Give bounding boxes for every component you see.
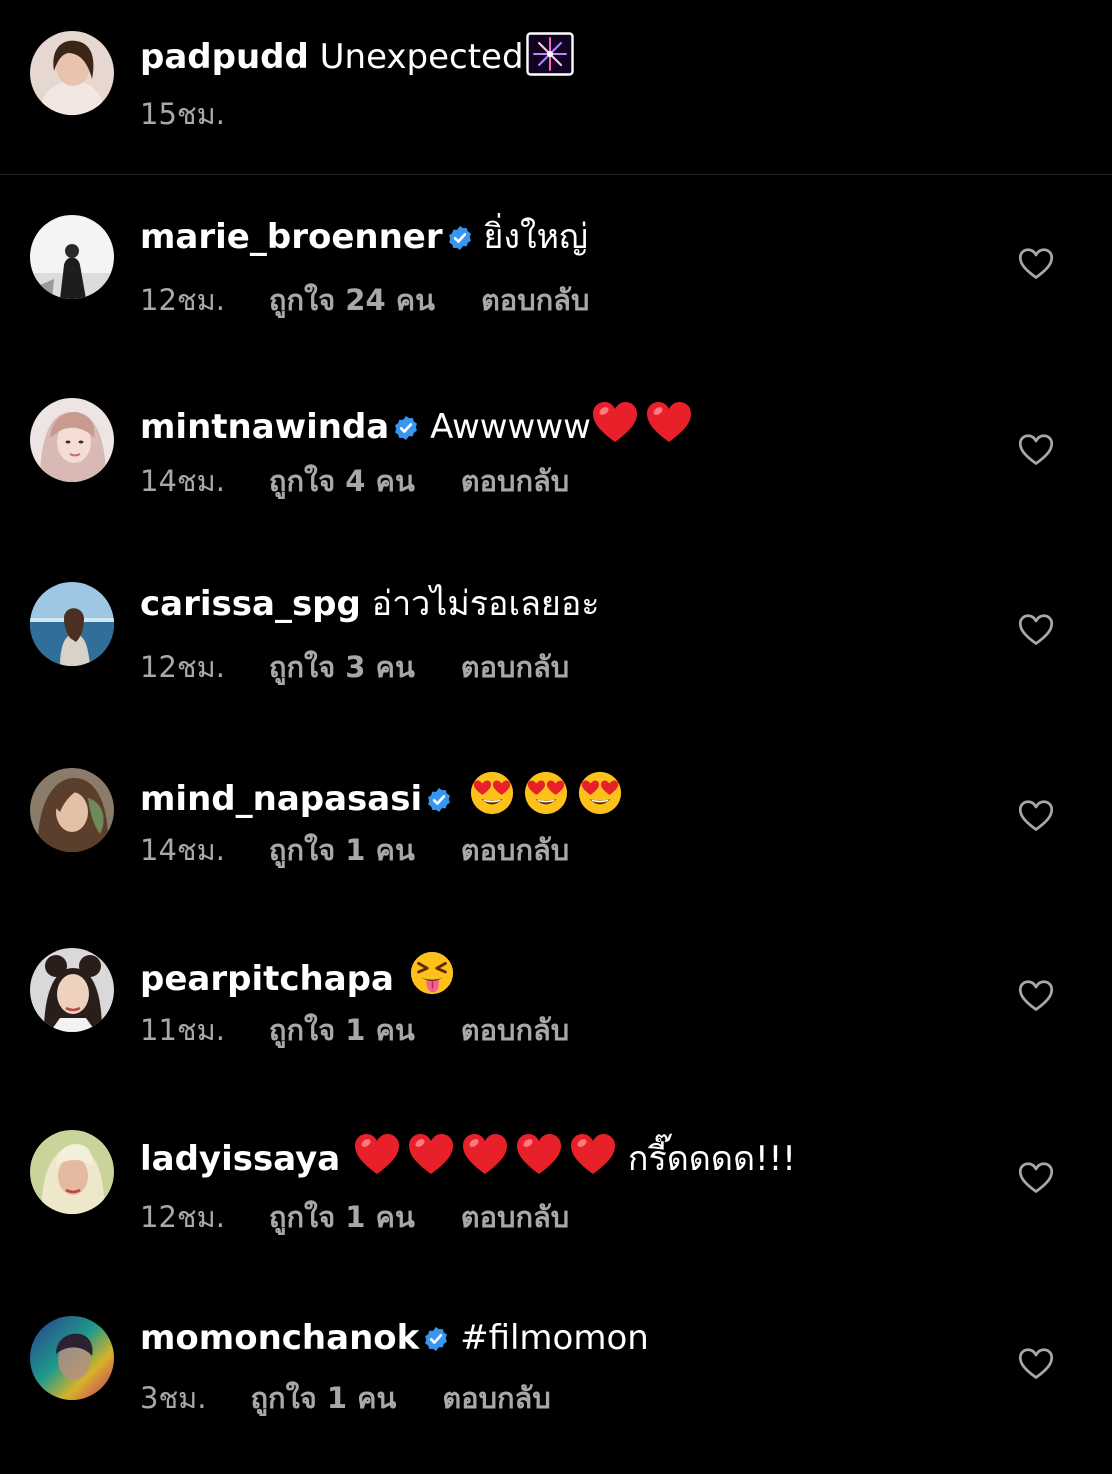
username[interactable]: carissa_spg [140, 584, 361, 624]
like-heart-icon[interactable] [1018, 1161, 1054, 1195]
likes-count[interactable]: ถูกใจ 24 คน [269, 282, 435, 318]
heart-eyes-emoji-icon [577, 770, 623, 816]
likes-count[interactable]: ถูกใจ 1 คน [269, 832, 415, 868]
like-heart-icon[interactable] [1018, 799, 1054, 833]
comment-line: pearpitchapa [140, 950, 455, 999]
likes-count[interactable]: ถูกใจ 1 คน [269, 1199, 415, 1235]
avatar[interactable] [30, 398, 114, 482]
reply-button[interactable]: ตอบกลับ [481, 282, 589, 318]
reply-button[interactable]: ตอบกลับ [461, 1199, 569, 1235]
caption-line: padpudd Unexpected [140, 32, 574, 77]
timestamp: 15ชม. [140, 97, 225, 131]
comment-meta: 11ชม. ถูกใจ 1 คน ตอบกลับ [140, 1012, 569, 1048]
red-heart-emoji-icon [569, 1132, 617, 1176]
red-heart-emoji-icon [461, 1132, 509, 1176]
verified-badge-icon [426, 787, 452, 813]
timestamp: 3ชม. [140, 1381, 207, 1415]
likes-count[interactable]: ถูกใจ 1 คน [250, 1380, 396, 1416]
comment-line: momonchanok #filmomon [140, 1318, 649, 1358]
comment-item: marie_broenner ยิ่งใหญ่ 12ชม. ถูกใจ 24 คน… [0, 201, 1112, 371]
comment-text: กรี๊ดดดด!!! [627, 1139, 796, 1179]
like-heart-icon[interactable] [1018, 979, 1054, 1013]
reply-button[interactable]: ตอบกลับ [461, 832, 569, 868]
reply-button[interactable]: ตอบกลับ [461, 463, 569, 499]
comment-meta: 12ชม. ถูกใจ 24 คน ตอบกลับ [140, 282, 589, 318]
red-heart-emoji-icon [407, 1132, 455, 1176]
avatar[interactable] [30, 31, 114, 115]
username[interactable]: ladyissaya [140, 1139, 340, 1179]
reply-button[interactable]: ตอบกลับ [442, 1380, 550, 1416]
comment-line: mind_napasasi [140, 770, 623, 819]
hashtag-link[interactable]: #filmomon [460, 1318, 649, 1358]
firework-emoji-icon [526, 32, 574, 76]
comment-text: ยิ่งใหญ่ [483, 217, 588, 257]
caption-text: Unexpected [319, 37, 524, 77]
username[interactable]: mind_napasasi [140, 779, 422, 819]
verified-badge-icon [447, 225, 473, 251]
reply-button[interactable]: ตอบกลับ [461, 649, 569, 685]
username[interactable]: marie_broenner [140, 217, 443, 257]
likes-count[interactable]: ถูกใจ 4 คน [269, 463, 415, 499]
reply-button[interactable]: ตอบกลับ [461, 1012, 569, 1048]
avatar[interactable] [30, 1316, 114, 1400]
username[interactable]: momonchanok [140, 1318, 419, 1358]
verified-badge-icon [393, 415, 419, 441]
avatar[interactable] [30, 215, 114, 299]
like-heart-icon[interactable] [1018, 247, 1054, 281]
comment-item: carissa_spg อ่าวไม่รอเลยอะ 12ชม. ถูกใจ 3 … [0, 568, 1112, 738]
post-caption: padpudd Unexpected 15ชม. [0, 0, 1112, 175]
comment-meta: 12ชม. ถูกใจ 3 คน ตอบกลับ [140, 649, 569, 685]
comment-meta: 3ชม. ถูกใจ 1 คน ตอบกลับ [140, 1380, 551, 1416]
avatar[interactable] [30, 582, 114, 666]
verified-badge-icon [423, 1326, 449, 1352]
username[interactable]: pearpitchapa [140, 959, 394, 999]
comment-line: mintnawinda Awwwww [140, 400, 693, 447]
heart-eyes-emoji-icon [523, 770, 569, 816]
timestamp: 14ชม. [140, 464, 225, 498]
timestamp: 12ชม. [140, 283, 225, 317]
red-heart-emoji-icon [645, 400, 693, 444]
comment-item: momonchanok #filmomon 3ชม. ถูกใจ 1 คน ตอบก… [0, 1302, 1112, 1472]
timestamp: 12ชม. [140, 650, 225, 684]
comment-meta: 14ชม. ถูกใจ 4 คน ตอบกลับ [140, 463, 569, 499]
comment-text: อ่าวไม่รอเลยอะ [371, 584, 600, 624]
comment-text: Awwwww [430, 407, 591, 447]
squinting-tongue-emoji-icon [409, 950, 455, 996]
username[interactable]: padpudd [140, 37, 309, 77]
comment-line: carissa_spg อ่าวไม่รอเลยอะ [140, 584, 600, 624]
comment-item: ladyissaya กรี๊ดดดด!!! 12ชม. ถูกใจ 1 คน ตอ… [0, 1116, 1112, 1286]
avatar[interactable] [30, 768, 114, 852]
username[interactable]: mintnawinda [140, 407, 389, 447]
red-heart-emoji-icon [353, 1132, 401, 1176]
like-heart-icon[interactable] [1018, 1347, 1054, 1381]
red-heart-emoji-icon [515, 1132, 563, 1176]
timestamp: 12ชม. [140, 1200, 225, 1234]
heart-eyes-emoji-icon [469, 770, 515, 816]
comment-meta: 12ชม. ถูกใจ 1 คน ตอบกลับ [140, 1199, 569, 1235]
comment-item: mintnawinda Awwwww 14ชม. ถูกใจ 4 คน ตอบกลั… [0, 384, 1112, 554]
comment-line: ladyissaya กรี๊ดดดด!!! [140, 1132, 796, 1179]
likes-count[interactable]: ถูกใจ 1 คน [269, 1012, 415, 1048]
avatar[interactable] [30, 948, 114, 1032]
comment-line: marie_broenner ยิ่งใหญ่ [140, 217, 588, 257]
likes-count[interactable]: ถูกใจ 3 คน [269, 649, 415, 685]
timestamp: 14ชม. [140, 833, 225, 867]
comment-item: pearpitchapa 11ชม. ถูกใจ 1 คน ตอบกลับ [0, 934, 1112, 1104]
like-heart-icon[interactable] [1018, 433, 1054, 467]
like-heart-icon[interactable] [1018, 613, 1054, 647]
comment-meta: 14ชม. ถูกใจ 1 คน ตอบกลับ [140, 832, 569, 868]
avatar[interactable] [30, 1130, 114, 1214]
timestamp: 11ชม. [140, 1013, 225, 1047]
red-heart-emoji-icon [591, 400, 639, 444]
comment-item: mind_napasasi 14ชม. ถูกใจ 1 คน ตอบกลับ [0, 754, 1112, 924]
caption-meta: 15ชม. [140, 96, 225, 132]
